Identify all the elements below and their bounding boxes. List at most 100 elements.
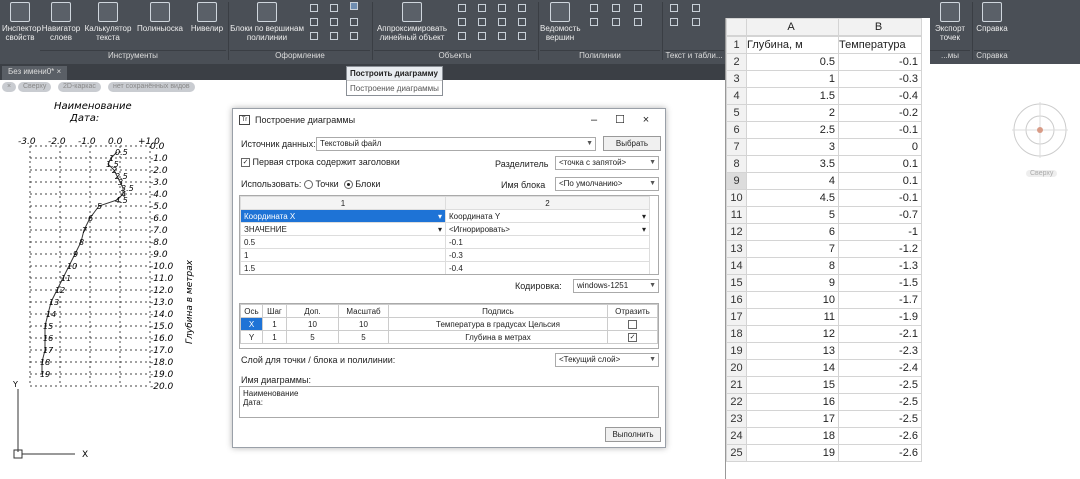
row-header[interactable]: 3 [726,70,747,88]
tool-icon[interactable] [590,4,598,12]
cell-b[interactable]: -2.5 [838,393,922,411]
axis-caption-cell[interactable]: Глубина в метрах [388,330,608,344]
row-header[interactable]: 8 [726,155,747,173]
source-select[interactable]: Текстовый файл ▼ [316,137,596,151]
encoding-select[interactable]: windows-1251 ▼ [573,279,659,293]
data-grid[interactable]: 12 Координата X ▾ Координата Y ▾ ЗНАЧЕНИЕ ▾ <… [239,195,659,275]
cell-b[interactable]: 0 [838,138,922,156]
row-header[interactable]: 6 [726,121,747,139]
tool-icon[interactable] [670,18,678,26]
row-header[interactable]: 12 [726,223,747,241]
row-header[interactable]: 1 [726,36,747,54]
cell-b[interactable]: 0.1 [838,172,922,190]
cell-b[interactable]: -1.2 [838,240,922,258]
viewcube-compass-icon[interactable] [1008,96,1072,168]
row-header[interactable]: 18 [726,325,747,343]
row-header[interactable]: 16 [726,291,747,309]
cell-a[interactable]: 14 [746,359,839,377]
reflect-y-checkbox[interactable]: ✓ [628,332,637,342]
document-tab[interactable]: Без имени0* × [2,66,68,80]
row-header[interactable]: 23 [726,410,747,428]
cell-a[interactable]: 7 [746,240,839,258]
cell-b[interactable]: -2.4 [838,359,922,377]
tool-icon[interactable] [498,18,506,26]
cell-a[interactable]: 11 [746,308,839,326]
close-icon[interactable]: × [633,109,659,131]
grid-cell-select[interactable]: Координата X ▾ [240,209,446,223]
block-name-select[interactable]: <По умолчанию> ▼ [555,177,659,191]
tool-icon[interactable] [458,18,466,26]
cell-a[interactable]: 1.5 [746,87,839,105]
reflect-y-checkbox-cell[interactable]: ✓ [607,330,658,344]
view-direction-pill[interactable]: Сверху [18,82,52,92]
tool-icon[interactable] [310,32,318,40]
cell-a[interactable]: 0.5 [746,53,839,71]
cell-b[interactable]: -0.4 [838,87,922,105]
cell-b[interactable]: -2.5 [838,410,922,428]
cell-a[interactable]: 12 [746,325,839,343]
tool-icon[interactable] [330,4,338,12]
cell-a[interactable]: 17 [746,410,839,428]
row-header[interactable]: 7 [726,138,747,156]
cell-a[interactable]: 3 [746,138,839,156]
axis-extra-cell[interactable]: 5 [286,330,339,344]
reflect-x-checkbox[interactable] [628,319,637,329]
tool-icon[interactable] [330,32,338,40]
row-header[interactable]: 17 [726,308,747,326]
choose-button[interactable]: Выбрать [603,136,661,151]
layers-navigator-button[interactable]: Навигатор слоев [40,2,82,42]
cell-a[interactable]: 1 [746,70,839,88]
axis-caption-cell[interactable]: Температура в градусах Цельсия [388,317,608,331]
cell-b[interactable]: -2.3 [838,342,922,360]
cell-a[interactable]: 15 [746,376,839,394]
cell-b[interactable]: -0.7 [838,206,922,224]
cell-b[interactable]: -0.1 [838,53,922,71]
tool-icon[interactable] [634,18,642,26]
cell-b[interactable]: -2.1 [838,325,922,343]
cell-a[interactable]: 16 [746,393,839,411]
cell-b[interactable]: -1.5 [838,274,922,292]
tool-icon[interactable] [330,18,338,26]
axis-scale-cell[interactable]: 5 [338,330,389,344]
row-header[interactable]: 2 [726,53,747,71]
row-header[interactable]: 22 [726,393,747,411]
chart-name-textarea[interactable]: Наименование Дата: [239,386,659,418]
reflect-x-checkbox-cell[interactable] [607,317,658,331]
cell-a[interactable]: 8 [746,257,839,275]
axis-step-cell[interactable]: 1 [262,317,287,331]
cell-a[interactable]: 18 [746,427,839,445]
row-header[interactable]: 14 [726,257,747,275]
column-header-a[interactable]: A [746,18,839,36]
separator-select[interactable]: <точка с запятой> ▼ [555,156,659,170]
cell-b[interactable]: -0.1 [838,189,922,207]
cell-a[interactable]: 3.5 [746,155,839,173]
tool-icon[interactable] [310,4,318,12]
axis-step-cell[interactable]: 1 [262,330,287,344]
visual-style-pill[interactable]: 2D-каркас [58,82,101,92]
axis-name-cell[interactable]: X [240,317,263,331]
axis-scale-cell[interactable]: 10 [338,317,389,331]
level-button[interactable]: Нивелир [188,2,226,33]
cell-b[interactable]: -1.3 [838,257,922,275]
tool-icon[interactable] [310,18,318,26]
row-header[interactable]: 21 [726,376,747,394]
layer-select[interactable]: <Текущий слой> ▼ [555,353,659,367]
cell-a[interactable]: 6 [746,223,839,241]
polyline-button[interactable]: Полиныоска [134,2,186,33]
cell-b[interactable]: Температура [838,36,922,54]
drawing-canvas[interactable]: Наименование Дата: -3.0 -2.0 -1.0 0.0 +1.0 0… [0,94,230,479]
tool-icon[interactable] [498,4,506,12]
row-header[interactable]: 10 [726,189,747,207]
tool-icon[interactable] [670,4,678,12]
run-button[interactable]: Выполнить [605,427,661,442]
tool-icon[interactable] [458,32,466,40]
cell-b[interactable]: -1.7 [838,291,922,309]
chart-tool-icon[interactable] [350,2,358,10]
row-header[interactable]: 25 [726,444,747,462]
tool-icon[interactable] [590,18,598,26]
tool-icon[interactable] [478,4,486,12]
cell-a[interactable]: 4.5 [746,189,839,207]
tool-icon[interactable] [478,32,486,40]
export-points-button[interactable]: Экспорт точек [930,2,970,42]
cell-a[interactable]: 10 [746,291,839,309]
